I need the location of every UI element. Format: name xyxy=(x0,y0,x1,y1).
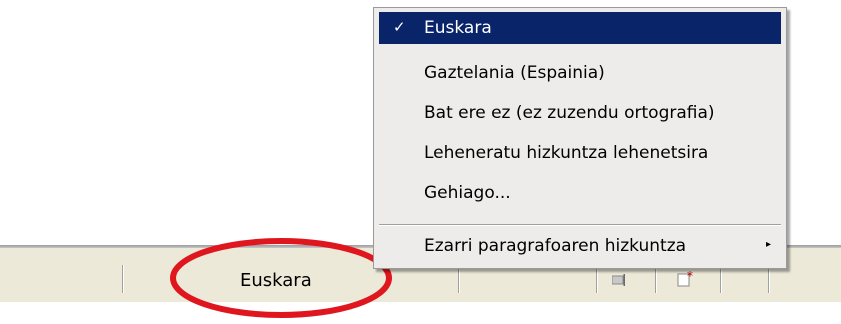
checkmark-icon: ✓ xyxy=(393,18,406,36)
menu-item-gaztelania[interactable]: Gaztelania (Espainia) xyxy=(379,57,781,89)
menu-item-label: Gaztelania (Espainia) xyxy=(424,63,605,83)
menu-item-reset-default[interactable]: Leheneratu hizkuntza lehenetsira xyxy=(379,137,781,169)
menu-item-paragraph-language[interactable]: Ezarri paragrafoaren hizkuntza ▸ xyxy=(379,230,781,262)
menu-item-label: Gehiago... xyxy=(424,183,511,203)
svg-text:*: * xyxy=(687,270,693,283)
menu-separator xyxy=(379,224,781,226)
statusbar-separator xyxy=(655,265,657,293)
menu-item-euskara[interactable]: ✓ Euskara xyxy=(379,12,781,44)
menu-item-label: Euskara xyxy=(424,18,492,38)
window-bottom xyxy=(0,302,841,324)
submenu-arrow-icon: ▸ xyxy=(765,239,771,250)
red-ellipse-annotation xyxy=(170,238,392,318)
statusbar-separator xyxy=(122,265,124,293)
menu-item-label: Leheneratu hizkuntza lehenetsira xyxy=(424,143,709,163)
statusbar-separator xyxy=(458,265,460,293)
language-context-menu: ✓ Euskara Gaztelania (Espainia) Bat ere … xyxy=(373,7,787,269)
document-icon[interactable] xyxy=(612,274,626,286)
menu-item-more[interactable]: Gehiago... xyxy=(379,177,781,209)
statusbar-separator xyxy=(720,265,722,293)
menu-item-label: Bat ere ez (ez zuzendu ortografia) xyxy=(424,103,715,123)
menu-item-none[interactable]: Bat ere ez (ez zuzendu ortografia) xyxy=(379,97,781,129)
statusbar-separator xyxy=(768,265,770,293)
statusbar-separator xyxy=(596,265,598,293)
modified-document-icon[interactable]: * xyxy=(677,270,695,288)
menu-item-label: Ezarri paragrafoaren hizkuntza xyxy=(424,236,687,256)
